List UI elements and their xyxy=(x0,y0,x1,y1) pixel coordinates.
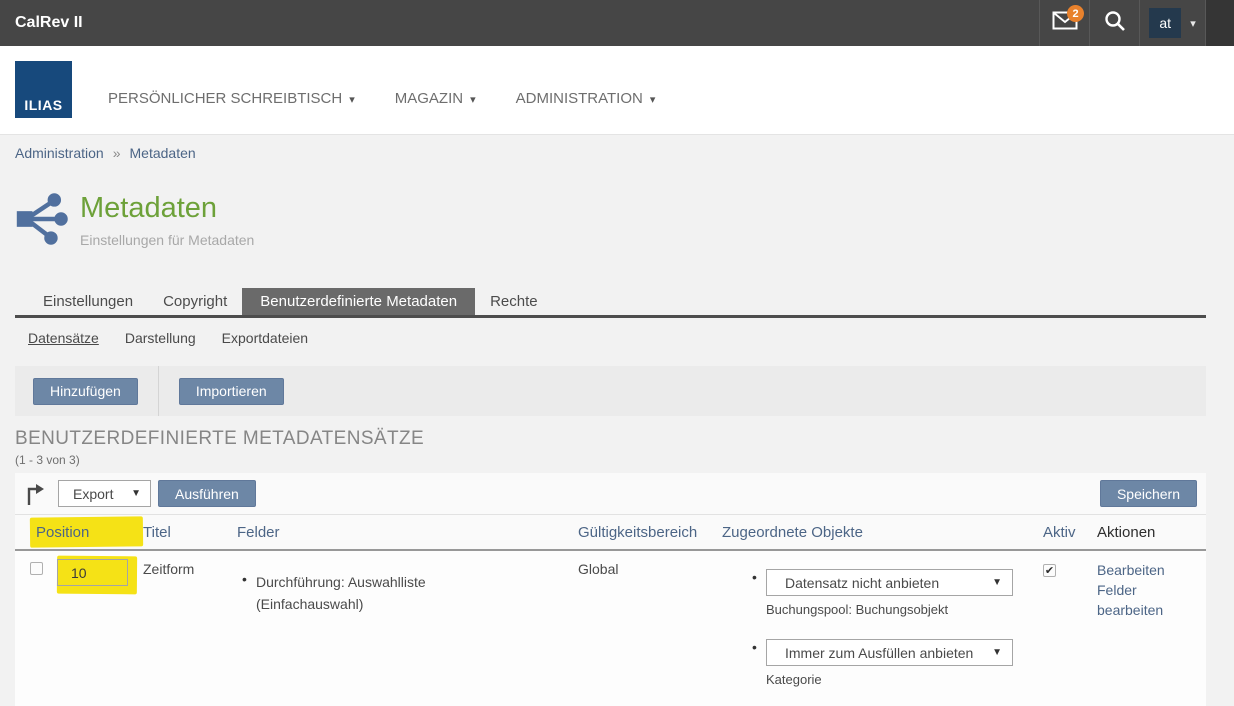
bullet-icon: • xyxy=(752,639,766,687)
object-caption: Buchungspool: Buchungsobjekt xyxy=(766,602,1013,617)
content-area: Administration » Metadaten xyxy=(0,135,1234,706)
toolbar-divider xyxy=(158,366,159,416)
menu-item-administration[interactable]: ADMINISTRATION ▾ xyxy=(516,90,656,107)
chevron-down-icon: ▾ xyxy=(349,93,355,106)
metadata-icon xyxy=(15,191,69,247)
subtab-bar: Datensätze Darstellung Exportdateien xyxy=(15,330,1206,346)
action-felder-bearbeiten-link[interactable]: Felder bearbeiten xyxy=(1097,580,1187,620)
topbar-actions: 2 at ▾ xyxy=(1039,0,1234,46)
page: CalRev II 2 at ▾ ILIAS PE xyxy=(0,0,1234,706)
cell-titel: Zeitform xyxy=(143,559,237,706)
object-select-buchungspool[interactable]: Datensatz nicht anbieten ▼ xyxy=(766,569,1013,596)
topbar: CalRev II 2 at ▾ xyxy=(0,0,1234,46)
chevron-down-icon: ▾ xyxy=(1190,17,1196,30)
execute-button[interactable]: Ausführen xyxy=(158,480,256,507)
aktiv-checkbox[interactable]: ✔ xyxy=(1043,564,1056,577)
tab-rechte[interactable]: Rechte xyxy=(475,288,553,315)
cell-gueltigkeitsbereich: Global xyxy=(578,559,722,706)
select-caret-icon: ▼ xyxy=(131,488,141,499)
column-header-titel[interactable]: Titel xyxy=(143,524,237,541)
action-bearbeiten-link[interactable]: Bearbeiten xyxy=(1097,560,1187,580)
section-title: BENUTZERDEFINIERTE METADATENSÄTZE xyxy=(15,428,1206,450)
select-caret-icon: ▼ xyxy=(992,577,1002,588)
tab-benutzerdefinierte-metadaten[interactable]: Benutzerdefinierte Metadaten xyxy=(242,288,475,315)
breadcrumb-metadaten[interactable]: Metadaten xyxy=(130,145,196,161)
page-title-block: Metadaten Einstellungen für Metadaten xyxy=(15,191,1206,248)
column-header-gueltigkeitsbereich[interactable]: Gültigkeitsbereich xyxy=(578,524,722,541)
chevron-down-icon: ▾ xyxy=(650,93,656,106)
menu-item-magazin[interactable]: MAGAZIN ▾ xyxy=(395,90,476,107)
bullet-icon: • xyxy=(752,569,766,617)
column-header-aktiv[interactable]: Aktiv xyxy=(1043,524,1097,541)
topbar-end-block xyxy=(1205,0,1234,46)
position-input[interactable] xyxy=(57,559,128,586)
table-toolbar: Export ▼ Ausführen Speichern xyxy=(15,473,1206,515)
save-button[interactable]: Speichern xyxy=(1100,480,1197,507)
subtab-exportdateien[interactable]: Exportdateien xyxy=(222,330,308,346)
table-row: Zeitform • Durchführung: Auswahlliste (E… xyxy=(15,551,1206,706)
select-caret-icon: ▼ xyxy=(992,647,1002,658)
ilias-logo[interactable]: ILIAS xyxy=(15,61,72,118)
row-checkbox[interactable] xyxy=(30,562,43,575)
metadata-table: Export ▼ Ausführen Speichern Position Ti… xyxy=(15,473,1206,706)
object-caption: Kategorie xyxy=(766,672,1013,687)
section-head: BENUTZERDEFINIERTE METADATENSÄTZE (1 - 3… xyxy=(15,428,1206,467)
search-icon xyxy=(1104,10,1126,37)
chevron-down-icon: ▾ xyxy=(470,93,476,106)
subtab-datensaetze[interactable]: Datensätze xyxy=(28,330,99,346)
column-header-aktionen: Aktionen xyxy=(1097,524,1206,541)
action-toolbar: Hinzufügen Importieren xyxy=(15,366,1206,416)
column-header-zugeordnete-objekte[interactable]: Zugeordnete Objekte xyxy=(722,524,1043,541)
cell-aktionen: Bearbeiten Felder bearbeiten xyxy=(1097,559,1187,706)
breadcrumb-administration[interactable]: Administration xyxy=(15,145,104,161)
cell-felder: • Durchführung: Auswahlliste (Einfachaus… xyxy=(237,559,578,706)
bulk-action-arrow-icon xyxy=(25,482,45,506)
tab-copyright[interactable]: Copyright xyxy=(148,288,242,315)
mail-badge: 2 xyxy=(1067,5,1084,22)
add-button[interactable]: Hinzufügen xyxy=(33,378,138,405)
column-header-position[interactable]: Position xyxy=(36,524,143,541)
search-button[interactable] xyxy=(1089,0,1139,46)
check-icon: ✔ xyxy=(1045,564,1054,577)
bulk-action-select[interactable]: Export ▼ xyxy=(58,480,151,507)
user-menu[interactable]: at ▾ xyxy=(1139,0,1205,46)
page-title: Metadaten xyxy=(80,191,254,225)
user-avatar: at xyxy=(1149,8,1181,38)
tab-bar: Einstellungen Copyright Benutzerdefinier… xyxy=(15,288,1206,318)
mail-button[interactable]: 2 xyxy=(1039,0,1089,46)
object-select-kategorie[interactable]: Immer zum Ausfüllen anbieten ▼ xyxy=(766,639,1013,666)
breadcrumb: Administration » Metadaten xyxy=(15,135,1206,161)
tab-einstellungen[interactable]: Einstellungen xyxy=(28,288,148,315)
main-menu: PERSÖNLICHER SCHREIBTISCH ▾ MAGAZIN ▾ AD… xyxy=(108,90,655,107)
section-count: (1 - 3 von 3) xyxy=(15,453,1206,467)
cell-zugeordnete-objekte: • Datensatz nicht anbieten ▼ Buchungspoo… xyxy=(722,559,1043,706)
subtab-darstellung[interactable]: Darstellung xyxy=(125,330,196,346)
page-subtitle: Einstellungen für Metadaten xyxy=(80,232,254,248)
app-title: CalRev II xyxy=(15,0,83,46)
main-header: ILIAS PERSÖNLICHER SCHREIBTISCH ▾ MAGAZI… xyxy=(0,46,1234,135)
menu-item-personal-desktop[interactable]: PERSÖNLICHER SCHREIBTISCH ▾ xyxy=(108,90,355,107)
column-header-felder[interactable]: Felder xyxy=(237,524,578,541)
table-header-row: Position Titel Felder Gültigkeitsbereich… xyxy=(15,515,1206,551)
import-button[interactable]: Importieren xyxy=(179,378,284,405)
breadcrumb-separator: » xyxy=(113,145,121,161)
bullet-icon: • xyxy=(242,571,256,615)
